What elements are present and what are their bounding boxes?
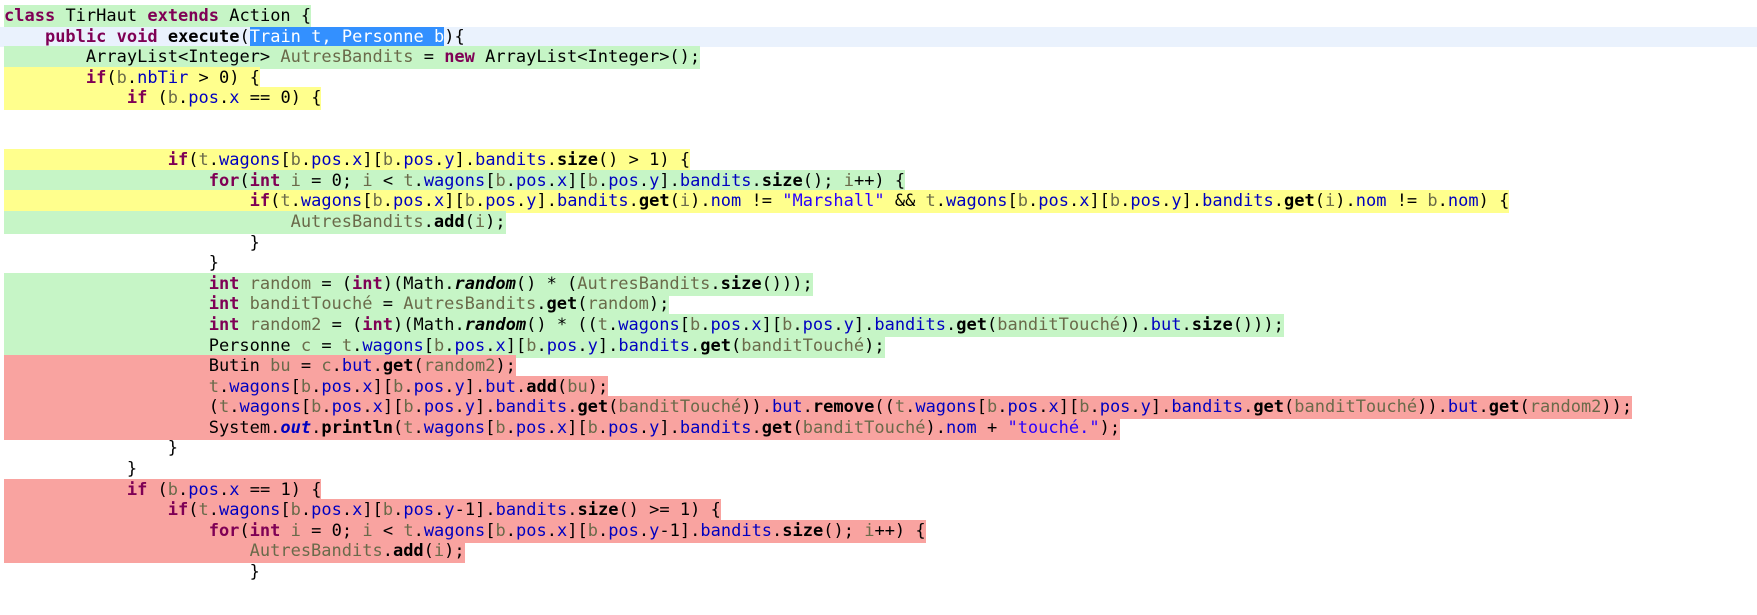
code-line[interactable]: if (b.pos.x == 0) { <box>0 87 1757 111</box>
code-line[interactable]: AutresBandits.add(i); <box>0 210 1757 234</box>
code-line[interactable] <box>0 109 1757 130</box>
code-line[interactable]: } <box>0 233 1757 254</box>
code-editor[interactable]: class TirHaut extends Action { public vo… <box>0 0 1757 615</box>
code-line[interactable]: int random = (int)(Math.random() * (Autr… <box>0 272 1757 296</box>
code-line[interactable]: (t.wagons[b.pos.x][b.pos.y].bandits.get(… <box>0 396 1757 420</box>
code-line[interactable]: int random2 = (int)(Math.random() * ((t.… <box>0 313 1757 337</box>
code-line[interactable]: if(b.nbTir > 0) { <box>0 66 1757 90</box>
code-line[interactable]: ArrayList<Integer> AutresBandits = new A… <box>0 46 1757 70</box>
code-line[interactable]: public void execute(Train t, Personne b)… <box>0 26 1757 48</box>
code-line[interactable]: class TirHaut extends Action { <box>0 5 1757 28</box>
text-selection[interactable]: Train t, Personne b <box>249 26 445 47</box>
code-line[interactable]: for(int i = 0; i < t.wagons[b.pos.x][b.p… <box>0 169 1757 193</box>
code-line[interactable]: for(int i = 0; i < t.wagons[b.pos.x][b.p… <box>0 519 1757 543</box>
code-line[interactable]: AutresBandits.add(i); <box>0 540 1757 564</box>
code-line[interactable]: if (b.pos.x == 1) { <box>0 478 1757 502</box>
code-line[interactable]: } <box>0 438 1757 459</box>
code-line[interactable]: t.wagons[b.pos.x][b.pos.y].but.add(bu); <box>0 375 1757 399</box>
code-line[interactable]: if(t.wagons[b.pos.x][b.pos.y].bandits.ge… <box>0 190 1757 214</box>
code-line[interactable]: int banditTouché = AutresBandits.get(ran… <box>0 293 1757 317</box>
code-line[interactable]: Butin bu = c.but.get(random2); <box>0 355 1757 379</box>
code-line[interactable]: } <box>0 253 1757 274</box>
code-line[interactable] <box>0 130 1757 151</box>
code-line[interactable]: if(t.wagons[b.pos.x][b.pos.y-1].bandits.… <box>0 499 1757 523</box>
code-line[interactable]: System.out.println(t.wagons[b.pos.x][b.p… <box>0 416 1757 440</box>
code-line[interactable]: if(t.wagons[b.pos.x][b.pos.y].bandits.si… <box>0 149 1757 173</box>
code-line[interactable]: } <box>0 459 1757 480</box>
code-line[interactable]: } <box>0 562 1757 583</box>
code-line[interactable]: Personne c = t.wagons[b.pos.x][b.pos.y].… <box>0 334 1757 358</box>
